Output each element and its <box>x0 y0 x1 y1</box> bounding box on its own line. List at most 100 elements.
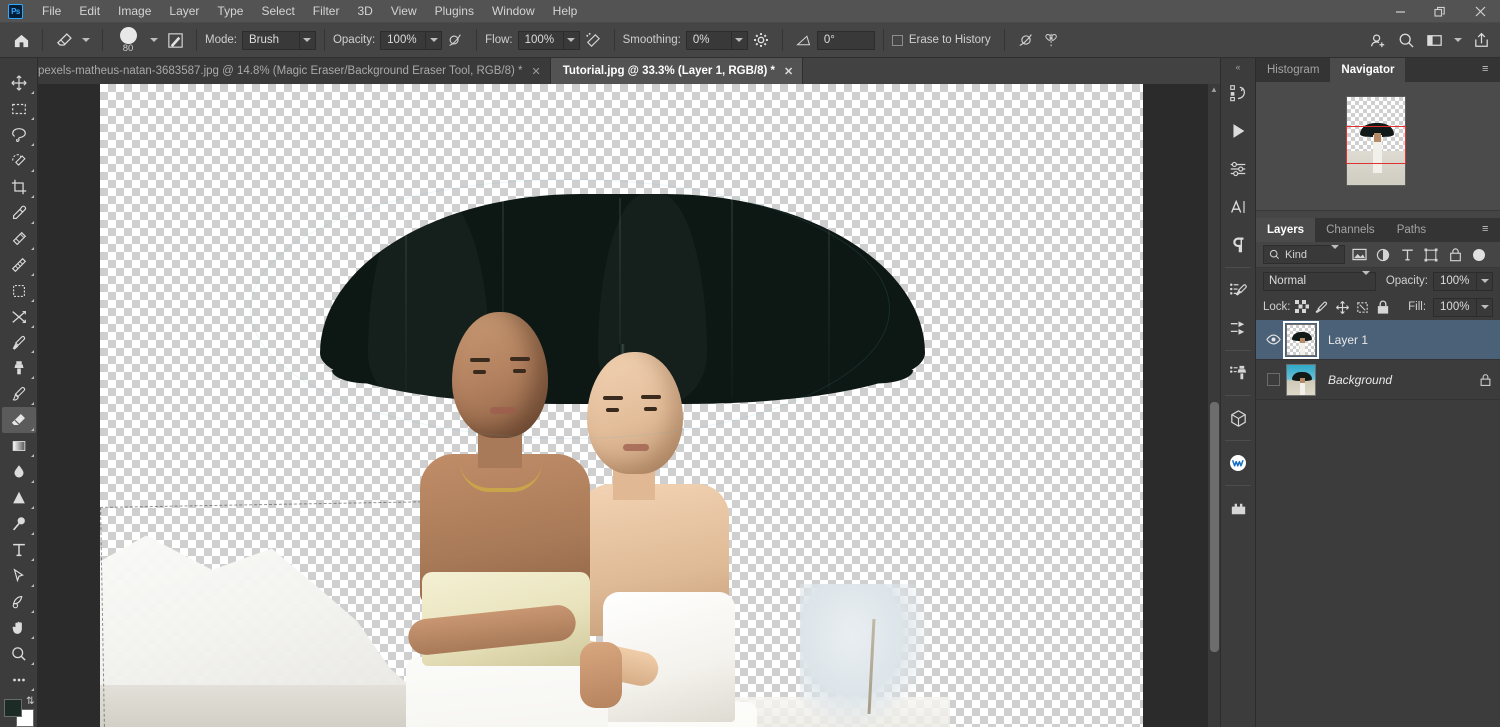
plugins-icon[interactable] <box>1222 489 1254 527</box>
layer-opacity-value[interactable]: 100% <box>1433 272 1477 291</box>
menu-item-help[interactable]: Help <box>544 1 587 21</box>
tab-layers[interactable]: Layers <box>1256 218 1315 242</box>
zoom-tool[interactable] <box>2 641 36 667</box>
smoothing-value[interactable]: 0% <box>686 31 732 50</box>
document-tab-tutorial[interactable]: Tutorial.jpg @ 33.3% (Layer 1, RGB/8) * … <box>551 58 804 84</box>
filter-shape-icon[interactable] <box>1421 245 1441 265</box>
canvas-vertical-scrollbar[interactable]: ▲ <box>1207 84 1220 727</box>
brush-angle-value[interactable]: 0° <box>817 31 875 50</box>
erase-to-history-checkbox[interactable] <box>892 35 903 46</box>
panel-menu-icon[interactable]: ≡ <box>1482 65 1494 74</box>
share-image-icon[interactable] <box>1365 27 1391 53</box>
close-icon[interactable]: ✕ <box>784 65 793 78</box>
scroll-up-arrow-icon[interactable]: ▲ <box>1208 84 1220 96</box>
clone-source-icon[interactable] <box>1222 354 1254 392</box>
filter-smart-object-icon[interactable] <box>1445 245 1465 265</box>
menu-item-plugins[interactable]: Plugins <box>426 1 483 21</box>
lasso-tool[interactable] <box>2 122 36 148</box>
chevron-down-icon[interactable] <box>300 31 316 50</box>
opacity-value[interactable]: 100% <box>380 31 426 50</box>
menu-item-type[interactable]: Type <box>208 1 252 21</box>
wacom-icon[interactable] <box>1222 444 1254 482</box>
layer-name[interactable]: Layer 1 <box>1328 333 1368 347</box>
play-icon[interactable] <box>1222 112 1254 150</box>
menu-item-image[interactable]: Image <box>109 1 160 21</box>
layer-fill-field[interactable]: 100% <box>1433 298 1493 317</box>
chevron-double-left-icon[interactable]: « <box>1220 60 1256 74</box>
artboard-transparent-checkerboard[interactable] <box>100 84 1143 727</box>
brush-size-preview[interactable]: 80 <box>111 27 145 54</box>
export-share-icon[interactable] <box>1468 27 1494 53</box>
layer-visibility-toggle[interactable] <box>1260 334 1286 345</box>
eyedropper-tool[interactable] <box>2 200 36 226</box>
rectangular-marquee-tool[interactable] <box>2 96 36 122</box>
layer-thumbnail[interactable] <box>1286 364 1316 396</box>
type-tool[interactable] <box>2 537 36 563</box>
edit-toolbar-tool[interactable] <box>2 667 36 693</box>
home-icon[interactable] <box>8 27 34 53</box>
adjustments-icon[interactable] <box>1222 150 1254 188</box>
lock-transparent-pixels-icon[interactable] <box>1293 297 1311 317</box>
color-swatches[interactable]: ⇅ <box>4 699 34 727</box>
move-tool[interactable] <box>2 70 36 96</box>
tab-channels[interactable]: Channels <box>1315 218 1386 242</box>
minimize-button[interactable] <box>1380 0 1420 23</box>
history-brush-tool[interactable] <box>2 381 36 407</box>
paragraph-icon[interactable] <box>1222 226 1254 264</box>
chevron-down-icon[interactable] <box>564 31 580 50</box>
menu-item-view[interactable]: View <box>382 1 426 21</box>
tablet-pressure-opacity-icon[interactable] <box>442 27 468 53</box>
gradient-tool[interactable] <box>2 433 36 459</box>
gear-icon[interactable] <box>748 27 774 53</box>
layer-visibility-toggle[interactable] <box>1260 373 1286 386</box>
layer-row-background[interactable]: Background <box>1256 360 1500 400</box>
lock-position-icon[interactable] <box>1333 297 1351 317</box>
tablet-pressure-size-icon[interactable] <box>1013 27 1039 53</box>
close-button[interactable] <box>1460 0 1500 23</box>
pen-tool[interactable] <box>2 511 36 537</box>
crop-tool[interactable] <box>2 174 36 200</box>
menu-item-filter[interactable]: Filter <box>304 1 349 21</box>
flow-value[interactable]: 100% <box>518 31 564 50</box>
chevron-down-icon[interactable] <box>1477 272 1493 291</box>
workspace-chevron-down-icon[interactable] <box>1454 38 1462 42</box>
menu-item-layer[interactable]: Layer <box>160 1 208 21</box>
chevron-down-icon[interactable] <box>732 31 748 50</box>
clone-stamp-tool[interactable] <box>2 355 36 381</box>
actions-history-icon[interactable] <box>1222 74 1254 112</box>
menu-item-window[interactable]: Window <box>483 1 544 21</box>
chevron-down-icon[interactable] <box>1477 298 1493 317</box>
filter-adjustment-icon[interactable] <box>1373 245 1393 265</box>
erase-to-history-label[interactable]: Erase to History <box>909 34 991 46</box>
workspace-layout-icon[interactable] <box>1421 27 1447 53</box>
search-icon[interactable] <box>1393 27 1419 53</box>
scrollbar-thumb[interactable] <box>1210 402 1219 652</box>
navigator-preview[interactable] <box>1256 82 1500 210</box>
shuffle-tool[interactable] <box>2 304 36 330</box>
filter-pixel-icon[interactable] <box>1349 245 1369 265</box>
layer-filter-kind-select[interactable]: Kind <box>1263 245 1345 264</box>
brush-presets-icon[interactable] <box>1222 271 1254 309</box>
brush-picker-chevron-down-icon[interactable] <box>150 38 158 42</box>
lock-image-pixels-icon[interactable] <box>1313 297 1331 317</box>
smoothing-field[interactable]: 0% <box>686 31 748 50</box>
layer-row-layer-1[interactable]: Layer 1 <box>1256 320 1500 360</box>
spot-healing-brush-tool[interactable] <box>2 226 36 252</box>
eraser-tool[interactable] <box>2 407 36 433</box>
tab-navigator[interactable]: Navigator <box>1330 58 1405 82</box>
swap-colors-icon[interactable]: ⇅ <box>26 696 34 707</box>
object-selection-tool[interactable] <box>2 148 36 174</box>
blur-tool[interactable] <box>2 459 36 485</box>
character-icon[interactable] <box>1222 188 1254 226</box>
eraser-preset-chevron-down-icon[interactable] <box>82 38 90 42</box>
lock-icon[interactable] <box>1479 373 1492 387</box>
filter-enable-toggle[interactable] <box>1473 249 1485 261</box>
layer-opacity-field[interactable]: 100% <box>1433 272 1493 291</box>
foreground-color-swatch[interactable] <box>4 699 22 717</box>
layer-name[interactable]: Background <box>1328 373 1392 387</box>
chevron-down-icon[interactable] <box>426 31 442 50</box>
lock-all-icon[interactable] <box>1374 297 1392 317</box>
layer-fill-value[interactable]: 100% <box>1433 298 1477 317</box>
tab-histogram[interactable]: Histogram <box>1256 58 1330 82</box>
shape-tool[interactable] <box>2 589 36 615</box>
